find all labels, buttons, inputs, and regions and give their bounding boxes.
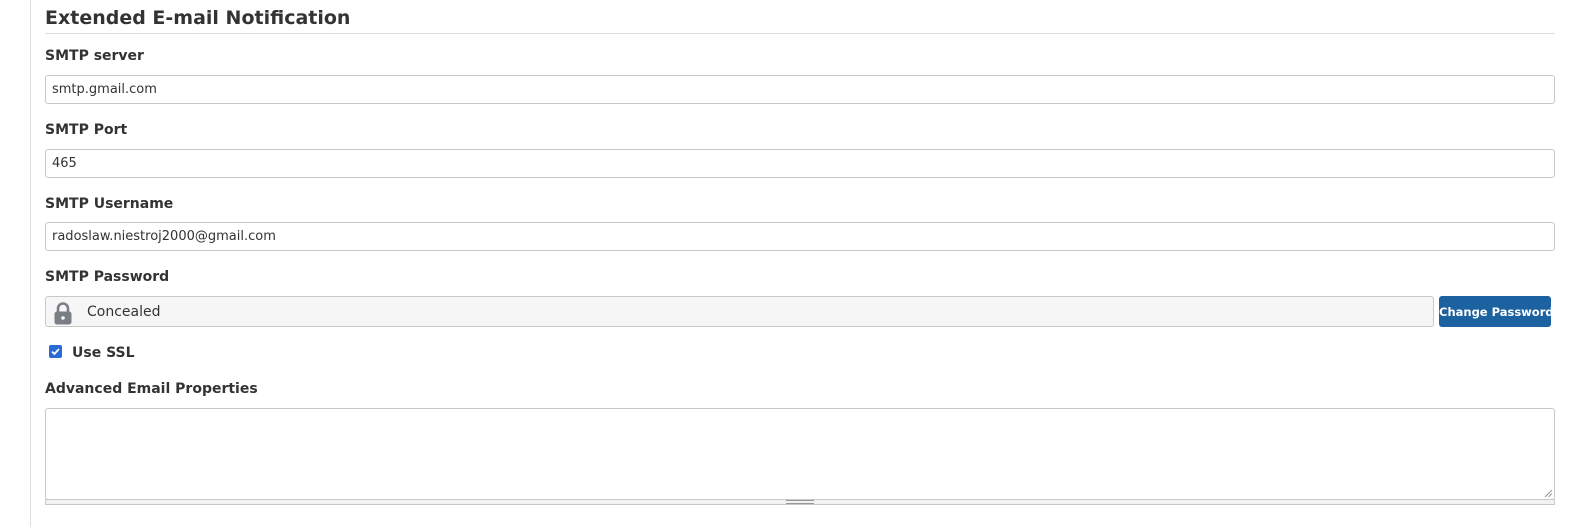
drag-handle-icon[interactable] <box>786 500 814 504</box>
smtp-port-label: SMTP Port <box>45 122 128 138</box>
smtp-server-label: SMTP server <box>45 48 144 64</box>
section-title: Extended E-mail Notification <box>45 7 351 29</box>
smtp-username-input[interactable] <box>45 222 1555 251</box>
checkmark-icon <box>51 348 60 356</box>
advanced-email-properties-label: Advanced Email Properties <box>45 381 258 397</box>
section-title-divider <box>45 33 1555 34</box>
smtp-password-label: SMTP Password <box>45 269 170 285</box>
change-password-button[interactable]: Change Password <box>1439 296 1554 327</box>
smtp-port-input[interactable] <box>45 149 1555 178</box>
use-ssl-label[interactable]: Use SSL <box>72 344 135 362</box>
lock-icon <box>52 301 74 325</box>
left-gutter-divider <box>30 0 31 527</box>
smtp-username-label: SMTP Username <box>45 196 174 212</box>
textarea-resize-grip-icon[interactable] <box>1543 488 1553 498</box>
advanced-email-properties-textarea[interactable] <box>45 408 1555 500</box>
password-concealed-text: Concealed <box>87 304 161 320</box>
smtp-password-concealed-field: Concealed <box>45 296 1434 327</box>
extended-email-notification-section: Extended E-mail Notification SMTP server… <box>45 0 1555 527</box>
smtp-server-input[interactable] <box>45 75 1555 104</box>
use-ssl-checkbox[interactable] <box>49 345 62 358</box>
